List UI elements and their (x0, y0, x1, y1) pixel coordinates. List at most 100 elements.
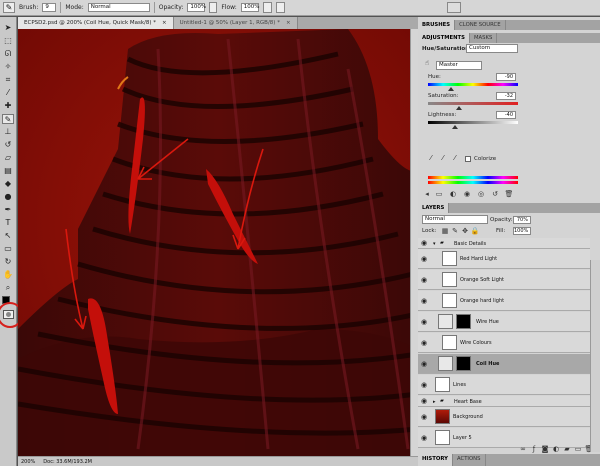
delete-adjustment-icon[interactable]: 🗑 (504, 190, 514, 198)
saturation-slider-thumb[interactable] (455, 106, 462, 110)
opacity-input[interactable]: 100% (187, 3, 206, 12)
canvas-vertical-scrollbar[interactable] (410, 29, 418, 456)
tab-actions[interactable]: ACTIONS (453, 454, 486, 466)
channel-select[interactable]: Master (436, 61, 482, 70)
lock-all-icon[interactable]: 🔒 (470, 227, 480, 235)
lock-pixels-icon[interactable]: ✎ (450, 227, 460, 235)
crop-tool-icon[interactable]: ⌗ (2, 75, 14, 85)
eyedropper-minus-icon[interactable]: ⁄ (450, 154, 460, 162)
tab-clone-source[interactable]: CLONE SOURCE (455, 20, 506, 30)
tablet-pressure-opacity-icon[interactable] (209, 2, 218, 13)
layer-mask-thumbnail[interactable] (456, 314, 471, 329)
document-canvas[interactable] (18, 29, 418, 456)
layer-opacity-value[interactable]: 70% (513, 216, 531, 224)
saturation-value[interactable]: -32 (496, 92, 516, 100)
layer-mask-thumbnail[interactable] (456, 356, 471, 371)
tab-layers[interactable]: LAYERS (418, 203, 450, 213)
eye-icon[interactable]: ◉ (421, 297, 427, 305)
hue-slider-thumb[interactable] (447, 87, 454, 91)
layer-coil-hue[interactable]: ◉ Coil Hue (418, 354, 590, 374)
zoom-tool-icon[interactable]: ⌕ (2, 283, 14, 293)
colorize-checkbox[interactable] (465, 156, 471, 162)
brush-tool-preset-icon[interactable]: ✎ (3, 2, 15, 13)
eye-icon[interactable]: ◉ (421, 360, 427, 368)
tab-history[interactable]: HISTORY (418, 454, 453, 466)
eyedropper-tool-icon[interactable]: ⁄ (2, 88, 14, 98)
hue-value[interactable]: -90 (496, 73, 516, 81)
layer-orange-soft-light[interactable]: ◉ Orange Soft Light (418, 270, 590, 290)
layers-scrollbar[interactable] (590, 260, 600, 452)
flow-input[interactable]: 100% (240, 3, 260, 12)
eraser-tool-icon[interactable]: ▱ (2, 153, 14, 163)
lasso-tool-icon[interactable]: ᘏ (2, 49, 14, 59)
gradient-tool-icon[interactable]: ▤ (2, 166, 14, 176)
preset-select[interactable]: Custom (466, 44, 518, 53)
layer-wire-colours[interactable]: ◉ Wire Colours (418, 333, 590, 353)
lock-position-icon[interactable]: ✥ (460, 227, 470, 235)
tab-brushes[interactable]: BRUSHES (418, 20, 456, 30)
airbrush-icon[interactable] (262, 2, 272, 13)
eye-icon[interactable]: ◉ (421, 397, 427, 405)
layer-group-basic-details[interactable]: ◉ ▾ ▰ Basic Details (418, 238, 590, 249)
layer-group-heart-base[interactable]: ◉ ▸ ▰ Heart Base (418, 396, 590, 407)
saturation-slider[interactable] (428, 102, 518, 105)
target-adjust-icon[interactable]: ☝ (422, 59, 432, 67)
view-previous-icon[interactable]: ◎ (476, 190, 486, 198)
close-icon[interactable]: × (162, 17, 167, 29)
fill-value[interactable]: 100% (513, 227, 531, 235)
blur-tool-icon[interactable]: ◆ (2, 179, 14, 189)
marquee-tool-icon[interactable]: ⬚ (2, 36, 14, 46)
group-collapse-icon[interactable]: ▸ (433, 399, 436, 405)
group-expand-icon[interactable]: ▾ (433, 241, 436, 247)
clone-stamp-tool-icon[interactable]: ⊥ (2, 127, 14, 137)
shape-tool-icon[interactable]: ▭ (2, 244, 14, 254)
history-brush-tool-icon[interactable]: ↺ (2, 140, 14, 150)
eye-icon[interactable]: ◉ (421, 413, 427, 421)
path-select-tool-icon[interactable]: ↖ (2, 231, 14, 241)
close-icon[interactable]: × (286, 17, 291, 29)
layer-background[interactable]: ◉ Background (418, 407, 590, 427)
layer-wire-hue[interactable]: ◉ Wire Hue (418, 312, 590, 332)
lightness-value[interactable]: -40 (496, 111, 516, 119)
quick-select-tool-icon[interactable]: ✧ (2, 62, 14, 72)
layer-style-icon[interactable]: ƒ (529, 445, 539, 453)
new-adjustment-icon[interactable]: ◐ (551, 445, 561, 453)
new-layer-icon[interactable]: ▭ (573, 445, 583, 453)
reset-icon[interactable]: ↺ (490, 190, 500, 198)
panel-back-icon[interactable]: ◂ (422, 190, 432, 198)
move-tool-icon[interactable]: ➤ (2, 23, 14, 33)
eyedropper-icon[interactable]: ⁄ (426, 154, 436, 162)
eye-icon[interactable]: ◉ (421, 318, 427, 326)
layer-lines[interactable]: ◉ Lines (418, 375, 590, 395)
workspace-switcher-button[interactable] (447, 2, 461, 13)
lightness-slider-thumb[interactable] (452, 125, 458, 129)
mode-select[interactable]: Normal (87, 3, 150, 12)
healing-brush-tool-icon[interactable]: ✚ (2, 101, 14, 111)
tab-masks[interactable]: MASKS (470, 33, 498, 43)
add-mask-icon[interactable]: ◙ (540, 445, 550, 453)
hand-tool-icon[interactable]: ✋ (2, 270, 14, 280)
layer-orange-hard-light[interactable]: ◉ Orange hard light (418, 291, 590, 311)
dodge-tool-icon[interactable]: ● (2, 192, 14, 202)
zoom-level[interactable]: 200% (21, 459, 35, 465)
pen-tool-icon[interactable]: ✒ (2, 205, 14, 215)
blend-mode-select[interactable]: Normal (422, 215, 488, 224)
eye-icon[interactable]: ◉ (421, 434, 427, 442)
tab-ecpsd2[interactable]: ECPSD2.psd @ 200% (Coil Hue, Quick Mask/… (18, 17, 174, 29)
eyedropper-plus-icon[interactable]: ⁄ (438, 154, 448, 162)
tab-adjustments[interactable]: ADJUSTMENTS (418, 33, 470, 43)
eye-icon[interactable]: ◉ (421, 276, 427, 284)
3d-rotate-tool-icon[interactable]: ↻ (2, 257, 14, 267)
new-group-icon[interactable]: ▰ (562, 445, 572, 453)
type-tool-icon[interactable]: T (2, 218, 14, 228)
lightness-slider[interactable] (428, 121, 518, 124)
eye-icon[interactable]: ◉ (421, 339, 427, 347)
tablet-pressure-size-icon[interactable] (275, 2, 285, 13)
eye-icon[interactable]: ◉ (421, 381, 427, 389)
panel-expand-icon[interactable]: ▭ (434, 190, 444, 198)
layer-red-hard-light[interactable]: ◉ Red Hard Light (418, 249, 590, 269)
brush-size-picker[interactable]: 9 (42, 3, 57, 12)
brush-tool-icon[interactable]: ✎ (2, 114, 14, 124)
hue-slider[interactable] (428, 83, 518, 86)
eye-icon[interactable]: ◉ (421, 255, 427, 263)
